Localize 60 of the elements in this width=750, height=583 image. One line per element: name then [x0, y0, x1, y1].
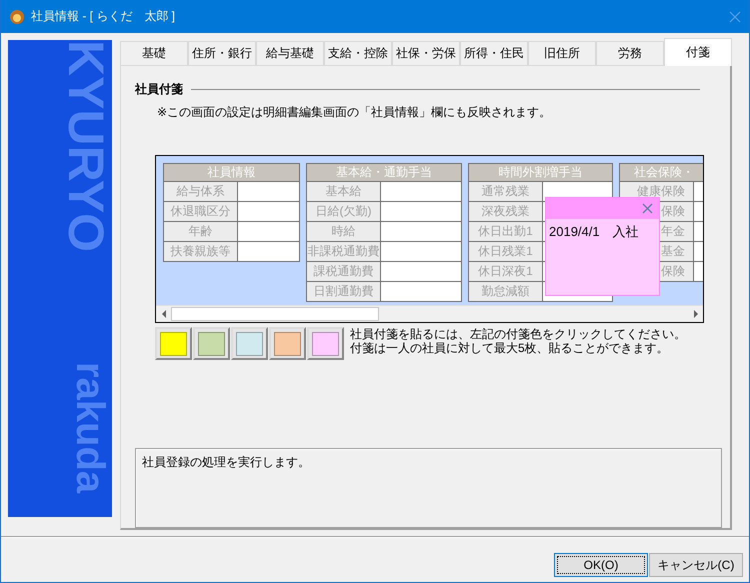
tab[interactable]: 住所・銀行	[188, 41, 256, 66]
field-label: 時給	[332, 223, 356, 240]
color-swatch[interactable]	[231, 327, 268, 360]
dialog-button[interactable]: OK(O)	[554, 553, 648, 577]
instruction-text: 社員付箋を貼るには、左記の付箋色をクリックしてください。	[350, 327, 686, 341]
field-label: 給与体系	[176, 183, 224, 200]
group-header: 時間外割増手当	[468, 163, 613, 182]
sticky-note-dialog[interactable]: 2019/4/1 入社	[545, 197, 660, 296]
field-value	[238, 242, 299, 261]
group-header: 社会保険・	[619, 163, 703, 182]
tab[interactable]: 基礎	[120, 41, 188, 66]
field-label: 休日残業1	[478, 243, 533, 260]
field-label: 健康保険	[637, 183, 685, 200]
color-swatch[interactable]	[155, 327, 192, 360]
field-label: 年齢	[188, 223, 212, 240]
field-label: 保険	[661, 263, 685, 280]
tab[interactable]: 付箋	[664, 38, 732, 66]
close-icon[interactable]	[729, 10, 741, 22]
tab[interactable]: 所得・住民	[460, 41, 528, 66]
field-label: 休日出勤1	[478, 223, 533, 240]
field-value	[238, 202, 299, 221]
dialog-button[interactable]: キャンセル(C)	[649, 553, 743, 577]
logo-text: KYURYO	[60, 40, 112, 252]
field-label: 扶養親族等	[170, 243, 230, 260]
field-label: 課税通勤費	[314, 263, 374, 280]
section-note: ※この画面の設定は明細書編集画面の「社員情報」欄にも反映されます。	[157, 104, 552, 121]
field-label: 日給(欠勤)	[316, 203, 372, 220]
tab[interactable]: 給与基礎	[256, 41, 324, 66]
field-label: 休退職区分	[170, 203, 230, 220]
message-box: 社員登録の処理を実行します。	[135, 448, 722, 528]
horizontal-scrollbar[interactable]	[156, 305, 703, 322]
field-label: 日割通勤費	[314, 283, 374, 300]
field-value	[238, 182, 299, 201]
field-label: 保険	[661, 203, 685, 220]
field-value	[238, 222, 299, 241]
group-header: 基本給・通勤手当	[306, 163, 462, 182]
tab[interactable]: 旧住所	[528, 41, 596, 66]
logo-text: rakuda	[68, 362, 112, 494]
group-header: 社員情報	[163, 163, 300, 182]
tab[interactable]: 支給・控除	[324, 41, 392, 66]
window-title: 社員情報 - [ らくだ 太郎 ]	[31, 8, 176, 25]
close-icon[interactable]	[642, 203, 653, 214]
field-label: 勤怠減額	[482, 283, 530, 300]
instruction-text: 付箋は一人の社員に対して最大5枚、貼ることができます。	[350, 341, 670, 355]
color-swatch[interactable]	[269, 327, 306, 360]
field-label: 非課税通勤費	[308, 243, 380, 260]
color-swatch[interactable]	[193, 327, 230, 360]
app-icon	[9, 8, 25, 24]
field-label: 深夜残業	[482, 203, 530, 220]
note-text: 2019/4/1 入社	[549, 223, 640, 241]
color-swatch[interactable]	[307, 327, 344, 360]
section-title: 社員付箋	[135, 80, 183, 98]
field-label: 基金	[661, 243, 685, 260]
scroll-thumb[interactable]	[171, 307, 379, 321]
tab[interactable]: 社保・労保	[392, 41, 460, 66]
tab[interactable]: 労務	[596, 41, 664, 66]
field-label: 年金	[661, 223, 685, 240]
field-label: 基本給	[326, 183, 362, 200]
field-label: 通常残業	[482, 183, 530, 200]
field-label: 休日深夜1	[478, 263, 533, 280]
